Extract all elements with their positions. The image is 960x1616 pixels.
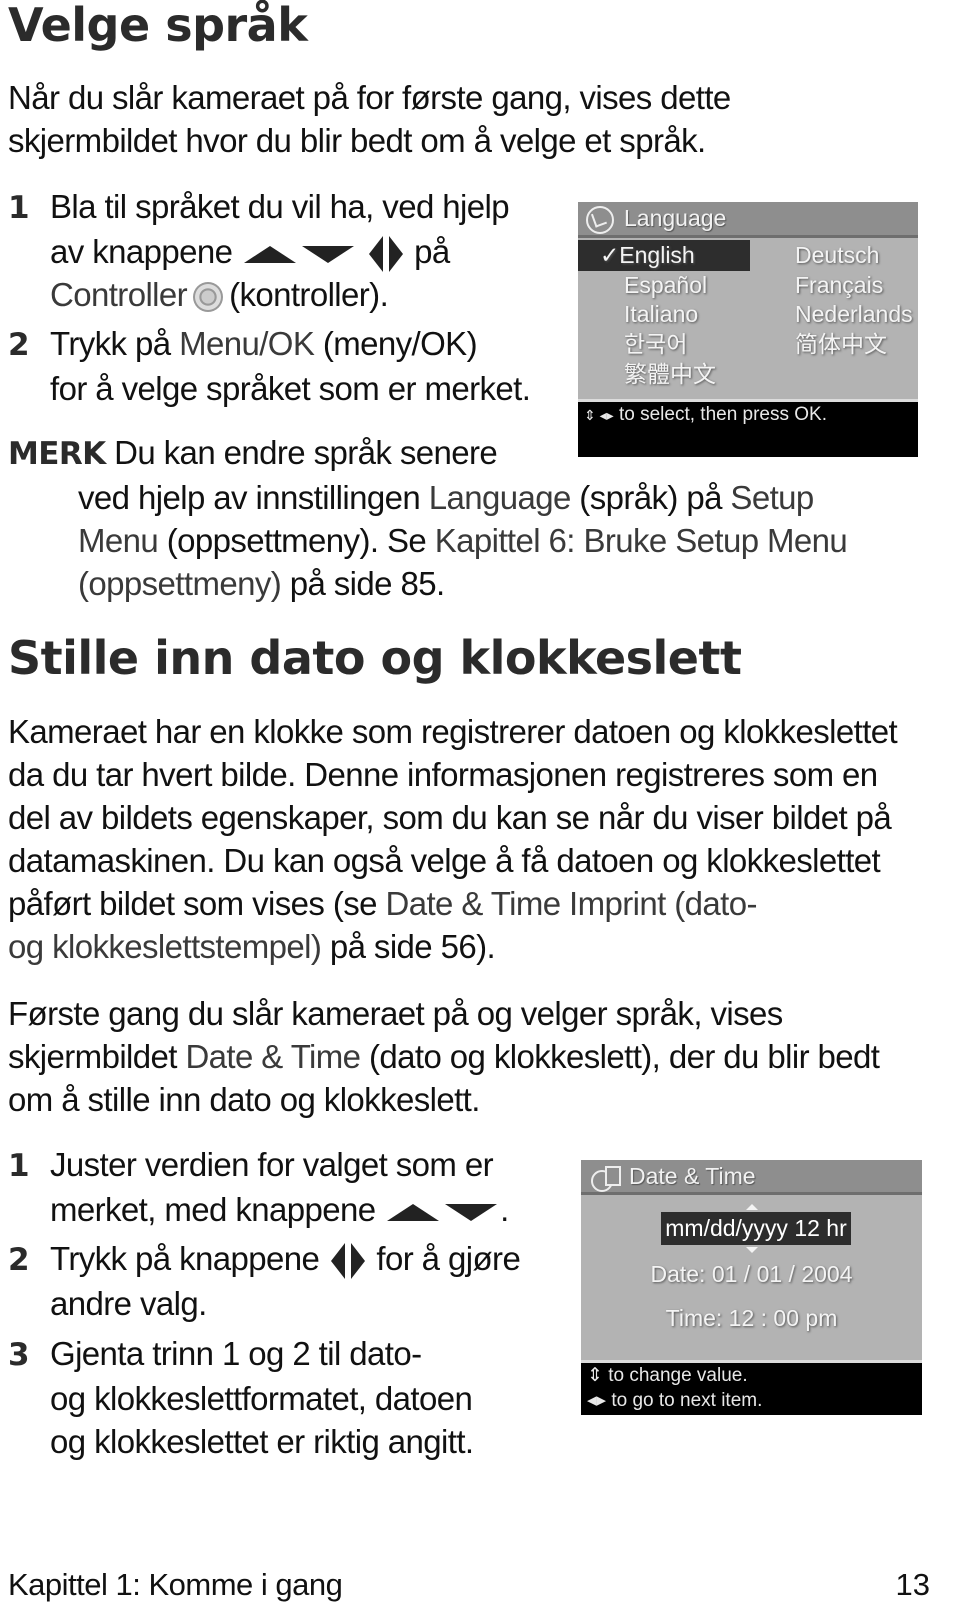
step-number: 2	[8, 1242, 30, 1278]
step-text: (meny/OK)	[314, 325, 478, 362]
footer-hint: ⇕ to change value.	[587, 1365, 748, 1386]
up-arrow-button-icon	[387, 1203, 440, 1221]
footer-hint: to select, then press OK.	[618, 404, 828, 425]
step-text: for å gjøre	[376, 1240, 521, 1277]
step-text: Gjenta trinn 1 og 2 til dato-	[50, 1335, 422, 1372]
first-start-paragraph: Første gang du slår kameraet på og velge…	[8, 992, 958, 1121]
page-number: 13	[895, 1567, 930, 1602]
date-time-screen: Date & Time mm/dd/yyyy 12 hr Date: 01 / …	[581, 1160, 922, 1415]
language-option[interactable]: 한국어	[624, 329, 687, 359]
step-number: 2	[8, 327, 30, 363]
footer-hint: ◂▸ to go to next item.	[587, 1390, 763, 1411]
step-number: 3	[8, 1337, 30, 1373]
date-time-paragraph: Kameraet har en klokke som registrerer d…	[8, 710, 958, 968]
imprint-ref-cont[interactable]: og klokkeslettstempel)	[8, 928, 322, 965]
date-time-ref: Date & Time	[185, 1038, 361, 1075]
setup-ref: Setup	[730, 479, 814, 516]
step-number: 1	[8, 190, 30, 226]
step-number: 1	[8, 1148, 30, 1184]
note-text: Du kan endre språk senere	[114, 434, 498, 471]
note-text: på side 85.	[281, 565, 445, 602]
para-line: Kameraet har en klokke som registrerer d…	[8, 713, 898, 750]
chapter-6-link[interactable]: Kapittel 6: Bruke Setup Menu	[435, 522, 848, 559]
language-screen-footer: ⇕ ◂▸ to select, then press OK.	[578, 399, 918, 457]
para-line: del av bildets egenskaper, som du kan se…	[8, 799, 892, 836]
menu-ref: Menu	[78, 522, 159, 559]
language-option[interactable]: Deutsch	[795, 240, 879, 271]
para-line: på side 56).	[321, 928, 496, 965]
step-text: for å velge språket som er merket.	[50, 370, 531, 407]
right-arrow-button-icon	[350, 1243, 365, 1280]
left-arrow-button-icon	[368, 236, 383, 273]
para-line: da du tar hvert bilde. Denne informasjon…	[8, 756, 878, 793]
intro-line: Når du slår kameraet på for første gang,…	[8, 79, 731, 116]
language-option[interactable]: Italiano	[624, 299, 698, 329]
step-text: Juster verdien for valget som er	[50, 1146, 494, 1183]
step-2: 2 Trykk på Menu/OK (meny/OK) for å velge …	[8, 322, 531, 410]
step-text: Bla til språket du vil ha, ved hjelp	[50, 188, 510, 225]
step-text: Trykk på	[50, 325, 180, 362]
language-ref: Language	[428, 479, 572, 516]
value-up-indicator-icon	[746, 1204, 758, 1210]
nav-arrows-icon: ⇕ ◂▸	[584, 407, 614, 423]
globe-icon	[586, 205, 614, 234]
format-field-selected[interactable]: mm/dd/yyyy 12 hr	[661, 1212, 851, 1245]
controller-icon	[193, 282, 224, 313]
down-arrow-button-icon	[301, 245, 354, 263]
date-field[interactable]: Date: 01 / 01 / 2004	[581, 1258, 922, 1290]
step-text: Trykk på knappene	[50, 1240, 320, 1277]
imprint-ref[interactable]: Date & Time Imprint (dato-	[386, 885, 758, 922]
note-text: (språk) på	[570, 479, 731, 516]
step-text: og klokkeslettet er riktig angitt.	[50, 1423, 474, 1460]
para-line: skjermbildet	[8, 1038, 186, 1075]
left-arrow-button-icon	[330, 1243, 345, 1280]
language-option[interactable]: 简体中文	[795, 329, 887, 359]
step-text: av knappene	[50, 233, 233, 270]
value-down-indicator-icon	[746, 1247, 758, 1253]
para-line: påført bildet som vises (se	[8, 885, 386, 922]
step-text: på	[414, 233, 450, 270]
section-title-velge-sprak: Velge språk	[8, 0, 308, 52]
para-line: om å stille inn dato og klokkeslett.	[8, 1081, 480, 1118]
language-option[interactable]: Español	[624, 270, 707, 300]
language-option-selected[interactable]: ✓English	[600, 240, 695, 271]
note-text: (oppsettmeny). Se	[158, 522, 435, 559]
note-text: ved hjelp av innstillingen	[78, 479, 429, 516]
time-field[interactable]: Time: 12 : 00 pm	[581, 1302, 922, 1334]
language-option[interactable]: Français	[795, 270, 883, 300]
dt-step-2: 2 Trykk på knappene for å gjøre andre val…	[8, 1237, 521, 1325]
language-screen-header: Language	[578, 202, 918, 238]
para-line: (dato og klokkeslett), der du blir bedt	[360, 1038, 880, 1075]
menu-ok-ref: Menu/OK	[179, 325, 315, 362]
language-option[interactable]: Nederlands	[795, 299, 913, 329]
step-text: andre valg.	[50, 1285, 207, 1322]
chapter-6-link-cont[interactable]: (oppsettmeny)	[78, 565, 282, 602]
section-title-dato-klokkeslett: Stille inn dato og klokkeslett	[8, 631, 742, 685]
checkmark-icon: ✓	[600, 242, 620, 268]
clock-calendar-icon	[591, 1165, 621, 1192]
note-label: MERK	[8, 436, 106, 472]
controller-ref: Controller	[50, 276, 188, 313]
step-text: og klokkeslettformatet, datoen	[50, 1380, 473, 1417]
date-time-screen-footer: ⇕ to change value. ◂▸ to go to next item…	[581, 1360, 922, 1415]
para-line: datamaskinen. Du kan også velge å få dat…	[8, 842, 881, 879]
intro-line: skjermbildet hvor du blir bedt om å velg…	[8, 122, 706, 159]
dt-step-3: 3 Gjenta trinn 1 og 2 til dato- og klokke…	[8, 1332, 474, 1463]
step-1: 1 Bla til språket du vil ha, ved hjelp av…	[8, 185, 510, 316]
right-arrow-button-icon	[388, 236, 403, 273]
step-text: merket, med knappene	[50, 1191, 376, 1228]
chapter-footer: Kapittel 1: Komme i gang	[8, 1567, 343, 1602]
dt-step-1: 1 Juster verdien for valget som er merket…	[8, 1146, 509, 1228]
note-block: MERK Du kan endre språk senere ved hjelp…	[8, 431, 848, 605]
date-time-screen-header: Date & Time	[581, 1160, 922, 1195]
language-screen: Language ✓English Español Italiano 한국어 繁…	[578, 202, 918, 457]
screen-title: Language	[624, 205, 727, 231]
down-arrow-button-icon	[445, 1203, 498, 1221]
up-arrow-button-icon	[243, 245, 296, 263]
intro-paragraph: Når du slår kameraet på for første gang,…	[8, 76, 731, 162]
step-text: (kontroller).	[229, 276, 389, 313]
para-line: Første gang du slår kameraet på og velge…	[8, 995, 783, 1032]
screen-title: Date & Time	[629, 1163, 756, 1189]
language-option[interactable]: 繁體中文	[624, 359, 716, 389]
